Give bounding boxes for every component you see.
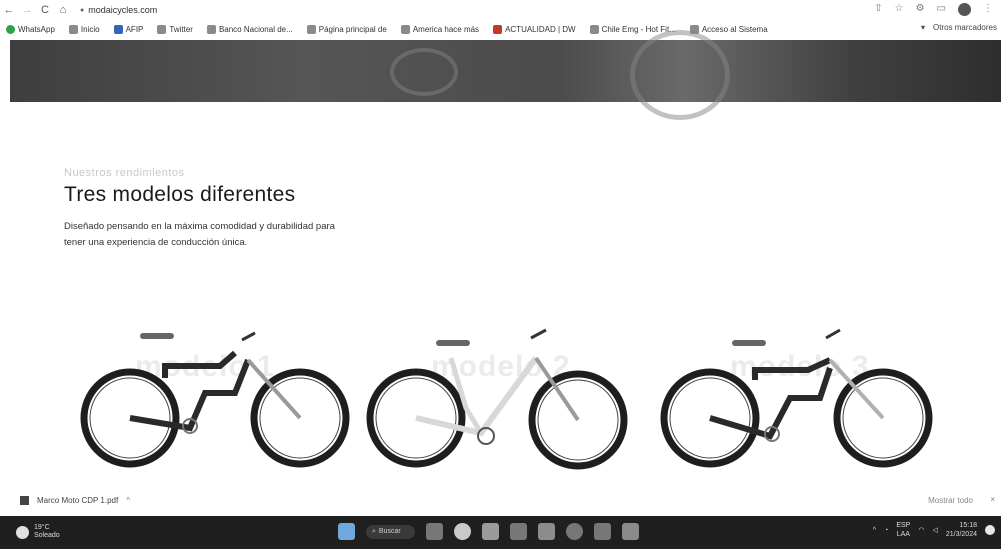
wifi-icon[interactable]: ◠ [918,526,924,534]
menu-icon[interactable]: ⋮ [983,3,993,16]
weather-description: Soleado [34,532,60,539]
page-title: Tres modelos diferentes [64,183,296,206]
task-view-icon[interactable] [425,523,443,540]
download-item[interactable]: Marco Moto CDP 1.pdf [37,496,118,505]
language-indicator[interactable]: ESP LAA [896,521,910,539]
bike-image [660,328,933,468]
weather-widget[interactable]: 19°C Soleado [16,524,60,540]
sidebar-icon[interactable]: ▭ [937,3,946,16]
bank-icon [206,25,216,34]
notification-icon[interactable] [985,525,995,535]
bookmark-icon [589,25,599,34]
forward-button[interactable]: → [18,4,36,16]
bookmark-america[interactable]: America hace más [400,25,479,34]
store-icon[interactable] [509,523,527,540]
bike-card-model-1[interactable]: modelo 1 [70,318,370,478]
section-description: Diseñado pensando en la máxima comodidad… [64,221,335,248]
home-button[interactable]: ⌂ [54,4,72,16]
address-bar[interactable]: ● modaicycles.com [80,5,157,15]
settings-icon[interactable] [565,523,583,540]
bike-image [366,328,628,470]
twitter-icon [157,25,167,34]
download-bar: Marco Moto CDP 1.pdf ^ Mostrar todo × [0,488,1001,512]
bookmark-icon [400,25,410,34]
bookmark-whatsapp[interactable]: WhatsApp [6,25,55,34]
clock-time: 15:18 [959,522,977,529]
hero-banner-image [10,30,1001,120]
afip-icon [113,25,123,34]
bike-card-model-3[interactable]: modelo 3 [660,318,960,478]
volume-icon[interactable]: ◁ [932,526,937,534]
windows-start-icon[interactable] [338,523,355,540]
bookmark-pagina-principal[interactable]: Página principal de [306,25,387,34]
browser-toolbar: ← → C ⌂ ● modaicycles.com ⇧ ☆ ⚙ ▭ ⋮ [0,0,1001,20]
bookmark-inicio[interactable]: Inicio [68,25,100,34]
dw-icon [493,25,503,34]
bike-card-model-2[interactable]: modelo 2 [366,318,666,478]
taskbar-search[interactable]: ⌕ Buscar [366,524,415,539]
bookmark-icon [68,25,78,34]
taskbar-clock[interactable]: 15:18 21/3/2024 [946,521,977,539]
profile-avatar[interactable] [958,3,971,16]
taskbar-apps: ⌕ Buscar [338,523,639,540]
bookmark-banco[interactable]: Banco Nacional de... [206,25,293,34]
chevron-up-icon[interactable]: ^ [126,496,130,505]
bookmark-twitter[interactable]: Twitter [157,25,193,34]
star-icon[interactable]: ☆ [895,3,904,16]
whatsapp-icon [6,25,15,34]
photos-icon[interactable] [537,523,555,540]
bookmark-icon [306,25,316,34]
weather-temperature: 19°C [34,524,50,531]
show-all-downloads-link[interactable]: Mostrar todo [928,496,973,505]
chevron-down-icon[interactable]: ▾ [921,23,925,32]
bookmark-acceso[interactable]: Acceso al Sistema [689,25,768,34]
network-icon[interactable]: ◔ [884,527,888,534]
file-explorer-icon[interactable] [481,523,499,540]
bookmarks-bar: WhatsApp Inicio AFIP Twitter Banco Nacio… [0,20,1001,39]
windows-taskbar: 19°C Soleado ⌕ Buscar ^ ◔ ESP LAA ◠ ◁ 15:… [0,516,1001,549]
chrome-icon[interactable] [453,523,471,540]
browser-extension-area: ⇧ ☆ ⚙ ▭ ⋮ [874,3,993,16]
close-download-bar-button[interactable]: × [990,495,995,504]
share-icon[interactable]: ⇧ [874,3,882,16]
reload-button[interactable]: C [36,4,54,16]
chevron-up-icon[interactable]: ^ [873,527,876,534]
sun-icon [16,525,29,539]
extensions-icon[interactable]: ⚙ [916,3,925,16]
system-tray: ^ ◔ ESP LAA ◠ ◁ 15:18 21/3/2024 [873,521,995,539]
url-text: modaicycles.com [88,5,158,15]
app-icon[interactable] [593,523,611,540]
clock-date: 21/3/2024 [945,531,977,538]
back-button[interactable]: ← [0,4,18,16]
app-icon[interactable] [621,523,639,540]
section-eyebrow: Nuestros rendimientos [64,167,185,179]
pdf-file-icon [20,495,29,505]
lock-icon: ● [80,6,85,14]
bookmark-dw[interactable]: ACTUALIDAD | DW [493,25,576,34]
other-bookmarks-folder[interactable]: Otros marcadores [933,23,997,32]
bike-image [80,331,350,468]
bookmark-afip[interactable]: AFIP [113,25,143,34]
search-icon: ⌕ [372,527,376,535]
